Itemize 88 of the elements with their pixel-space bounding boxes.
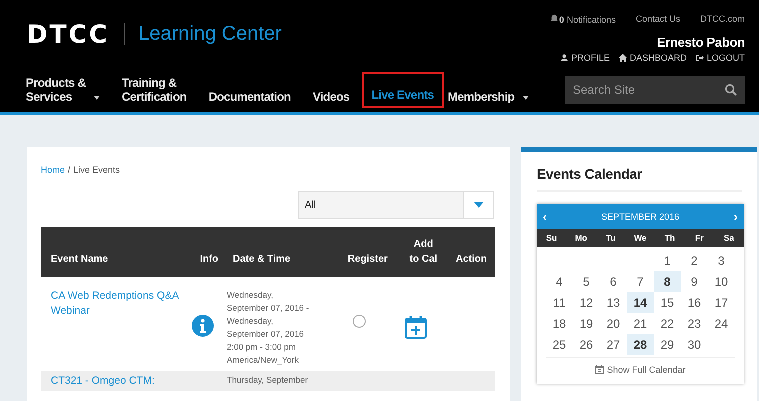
- nav-item[interactable]: Products & Services: [26, 72, 108, 108]
- weekday-label: Su: [545, 233, 558, 243]
- calendar-day[interactable]: 1: [654, 250, 681, 271]
- notifications-link[interactable]: 0 Notifications: [550, 14, 616, 25]
- calendar-day[interactable]: 9: [681, 271, 708, 292]
- breadcrumb-link[interactable]: Home: [41, 165, 66, 175]
- calendar-day[interactable]: 17: [708, 292, 735, 313]
- calendar-day[interactable]: 24: [708, 313, 735, 334]
- calendar-day[interactable]: 19: [573, 313, 600, 334]
- event-date-text: September 07, 2016 -: [227, 302, 310, 315]
- next-month-button[interactable]: ›: [734, 210, 738, 224]
- user-link[interactable]: DASHBOARD: [618, 53, 687, 63]
- event-date-text: Thursday, September: [227, 374, 310, 387]
- weekday-label: Fr: [694, 233, 705, 243]
- column-header: Event Name: [50, 253, 110, 267]
- caret-icon: [94, 96, 100, 100]
- show-full-calendar-link[interactable]: Show Full Calendar: [595, 364, 686, 374]
- nav-item[interactable]: Training & Certification: [122, 72, 195, 108]
- calendar-day[interactable]: 3: [708, 250, 735, 271]
- month-title: SEPTEMBER 2016: [601, 212, 680, 222]
- calendar-day[interactable]: 5: [573, 271, 600, 292]
- search-icon: [725, 84, 737, 96]
- nav-item[interactable]: Documentation: [208, 72, 299, 108]
- header-link[interactable]: DTCC.com: [700, 14, 745, 25]
- calendar-day[interactable]: 2: [681, 250, 708, 271]
- calendar-day[interactable]: 27: [600, 334, 627, 355]
- bell-icon: [550, 14, 560, 23]
- calendar-day[interactable]: 4: [546, 271, 573, 292]
- column-header: Register: [346, 253, 389, 267]
- nav-item[interactable]: Videos: [312, 72, 358, 108]
- calendar-day[interactable]: 28: [627, 334, 654, 355]
- calendar-day[interactable]: 21: [627, 313, 654, 334]
- column-header: Date & Time: [232, 253, 292, 267]
- calendar-day[interactable]: 20: [600, 313, 627, 334]
- calendar-day[interactable]: 29: [654, 334, 681, 355]
- calendar-day[interactable]: 22: [654, 313, 681, 334]
- home-icon: [618, 54, 627, 62]
- calendar-icon: [595, 365, 604, 374]
- calendar-day[interactable]: 7: [627, 271, 654, 292]
- calendar-day[interactable]: 12: [573, 292, 600, 313]
- event-name-link[interactable]: CA Web Redemptions Q&A Webinar: [51, 289, 185, 319]
- event-date-text: Wednesday,: [227, 315, 274, 328]
- calendar-day[interactable]: 14: [627, 292, 654, 313]
- register-radio[interactable]: [352, 315, 366, 328]
- weekday-label: Tu: [605, 233, 617, 243]
- sidebar-title: Events Calendar: [537, 166, 742, 192]
- calendar-day[interactable]: 30: [681, 334, 708, 355]
- breadcrumb-separator: /: [68, 165, 71, 175]
- info-icon[interactable]: [192, 315, 214, 337]
- previous-month-button[interactable]: ‹: [543, 210, 547, 224]
- event-date-text: Wednesday,: [227, 289, 274, 302]
- calendar-day[interactable]: 15: [654, 292, 681, 313]
- calendar-day[interactable]: 11: [546, 292, 573, 313]
- user-link[interactable]: PROFILE: [561, 53, 610, 63]
- calendar-day[interactable]: 16: [681, 292, 708, 313]
- breadcrumb-current: Live Events: [74, 165, 120, 175]
- weekday-label: Sa: [723, 233, 736, 243]
- calendar-day[interactable]: 10: [708, 271, 735, 292]
- column-header: Add to Cal: [408, 238, 439, 267]
- weekday-label: We: [633, 233, 648, 243]
- filter-dropdown[interactable]: All: [298, 191, 494, 219]
- calendar-day[interactable]: 8: [654, 271, 681, 292]
- caret-icon: [522, 96, 529, 100]
- calendar-day[interactable]: 6: [600, 271, 627, 292]
- event-date-text: America/New_York: [227, 354, 300, 367]
- calendar-day[interactable]: 26: [573, 334, 600, 355]
- nav-item[interactable]: Live Events: [362, 72, 444, 108]
- site-title: Learning Center: [138, 22, 282, 46]
- calendar-day[interactable]: 23: [681, 313, 708, 334]
- user-name: Ernesto Pabon: [657, 35, 745, 50]
- calendar-day[interactable]: 13: [600, 292, 627, 313]
- event-date-text: 2:00 pm - 3:00 pm: [227, 341, 297, 354]
- column-header: Info: [199, 253, 220, 267]
- column-header: Action: [455, 253, 488, 267]
- user-link[interactable]: LOGOUT: [696, 53, 745, 63]
- person-icon: [561, 54, 568, 62]
- calendar-day[interactable]: 25: [546, 334, 573, 355]
- calendar-day[interactable]: 18: [546, 313, 573, 334]
- weekday-label: Th: [664, 233, 676, 243]
- search-field[interactable]: Search Site: [565, 76, 745, 104]
- logo[interactable]: DTCC: [27, 20, 110, 48]
- add-to-calendar-icon[interactable]: [405, 315, 427, 339]
- header-link[interactable]: Contact Us: [636, 14, 680, 25]
- event-date-text: September 07, 2016: [227, 328, 306, 341]
- caret-icon: [474, 202, 484, 208]
- nav-item[interactable]: Membership: [448, 72, 537, 108]
- weekday-label: Mo: [574, 233, 588, 243]
- logout-icon: [696, 54, 704, 62]
